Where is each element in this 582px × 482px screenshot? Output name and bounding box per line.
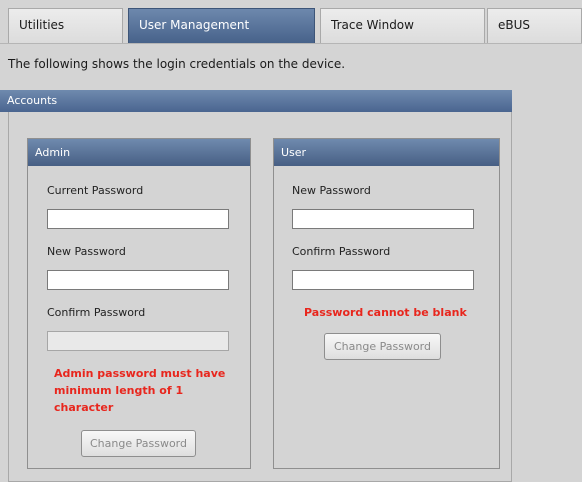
admin-change-password-button[interactable]: Change Password: [81, 430, 196, 457]
user-change-password-button[interactable]: Change Password: [324, 333, 441, 360]
admin-current-password-label: Current Password: [47, 184, 144, 197]
page-description: The following shows the login credential…: [8, 57, 346, 71]
tab-trace-window[interactable]: Trace Window: [320, 8, 485, 43]
user-password-error: Password cannot be blank: [304, 306, 467, 319]
tab-ebus[interactable]: eBUS: [487, 8, 582, 43]
admin-password-error: Admin password must have minimum length …: [54, 367, 226, 414]
tab-user-management-label: User Management: [139, 18, 250, 32]
admin-change-password-label: Change Password: [90, 437, 187, 450]
accounts-section-header: Accounts: [0, 90, 512, 112]
tab-utilities-label: Utilities: [19, 18, 65, 32]
user-new-password-input[interactable]: [292, 209, 474, 229]
user-panel-title: User: [281, 146, 307, 159]
admin-panel-header: Admin: [28, 139, 250, 166]
user-confirm-password-input[interactable]: [292, 270, 474, 290]
user-confirm-password-label: Confirm Password: [292, 245, 391, 258]
accounts-section: Admin Current Password New Password Conf…: [8, 112, 512, 482]
accounts-title: Accounts: [7, 94, 58, 107]
admin-panel: Admin Current Password New Password Conf…: [27, 138, 251, 469]
user-panel: User New Password Confirm Password Passw…: [273, 138, 500, 469]
tab-utilities[interactable]: Utilities: [8, 8, 123, 43]
user-new-password-label: New Password: [292, 184, 371, 197]
tab-user-management[interactable]: User Management: [128, 8, 315, 43]
tab-trace-window-label: Trace Window: [331, 18, 414, 32]
admin-current-password-input[interactable]: [47, 209, 229, 229]
user-panel-header: User: [274, 139, 499, 166]
user-change-password-label: Change Password: [334, 340, 431, 353]
tab-bar: Utilities User Management Trace Window e…: [0, 0, 582, 43]
admin-new-password-label: New Password: [47, 245, 126, 258]
admin-confirm-password-label: Confirm Password: [47, 306, 146, 319]
admin-new-password-input[interactable]: [47, 270, 229, 290]
admin-panel-title: Admin: [35, 146, 71, 159]
admin-confirm-password-input[interactable]: [47, 331, 229, 351]
tab-ebus-label: eBUS: [498, 18, 531, 32]
user-management-content: The following shows the login credential…: [0, 43, 582, 482]
